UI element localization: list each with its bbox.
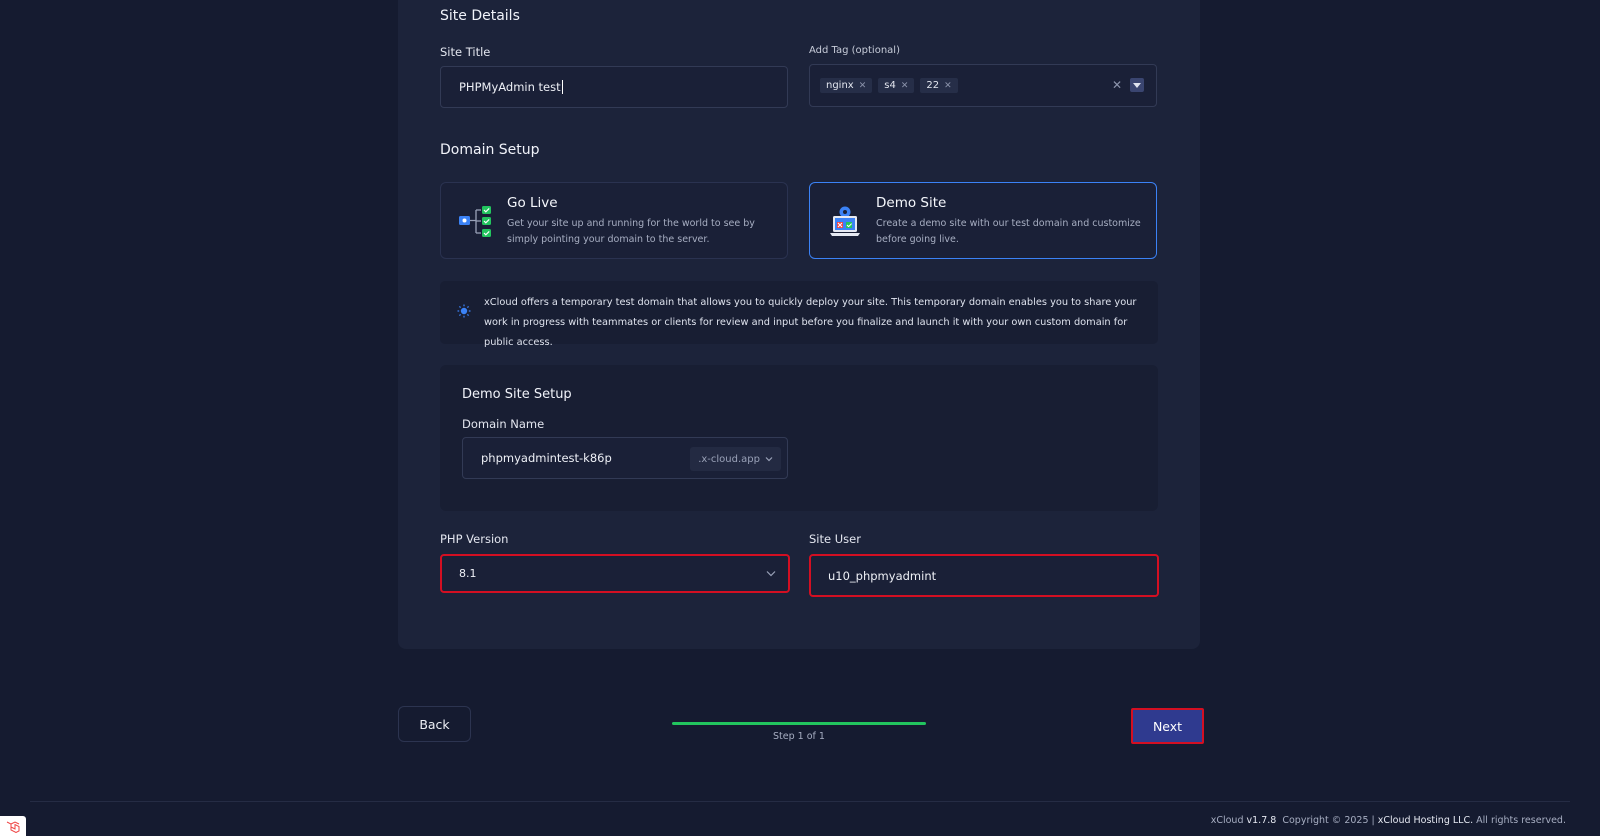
remove-tag-icon[interactable]: ✕ [944, 81, 952, 91]
site-title-label: Site Title [440, 45, 491, 59]
demo-site-setup-heading: Demo Site Setup [462, 387, 572, 402]
remove-tag-icon[interactable]: ✕ [859, 81, 867, 91]
domain-name-input[interactable]: phpmyadmintest-k86p .x-cloud.app [462, 437, 788, 479]
site-user-label: Site User [809, 532, 861, 546]
php-version-label: PHP Version [440, 532, 509, 546]
chevron-down-icon [766, 571, 776, 577]
site-user-value: u10_phpmyadmint [828, 568, 937, 583]
site-title-input[interactable]: PHPMyAdmin test [440, 66, 788, 108]
logo-mark-icon [6, 820, 20, 833]
footer-version: v1.7.8 [1246, 815, 1277, 826]
footer-rights: All rights reserved. [1476, 815, 1566, 826]
php-version-value: 8.1 [459, 567, 477, 580]
chevron-down-icon [765, 457, 773, 462]
remove-tag-icon[interactable]: ✕ [901, 81, 909, 91]
domain-name-label: Domain Name [462, 417, 545, 431]
chevron-down-icon[interactable] [1130, 78, 1144, 92]
tag-chip: s4 ✕ [878, 78, 915, 93]
go-live-title: Go Live [507, 195, 558, 211]
tag-chip-label: 22 [926, 80, 940, 91]
add-tag-label: Add Tag (optional) [809, 45, 900, 56]
site-title-value: PHPMyAdmin test [459, 80, 561, 94]
php-version-select[interactable]: 8.1 [440, 554, 790, 593]
demo-site-title: Demo Site [876, 195, 947, 211]
step-indicator: Step 1 of 1 [773, 731, 825, 742]
domain-name-value: phpmyadmintest-k86p [481, 451, 612, 465]
next-button[interactable]: Next [1131, 708, 1204, 744]
step-progress-bar [672, 722, 926, 725]
clear-tags-icon[interactable]: ✕ [1112, 78, 1122, 92]
footer-company: xCloud Hosting LLC. [1377, 815, 1474, 826]
footer-copyright: Copyright © 2025 | [1282, 815, 1375, 826]
domain-suffix-label: .x-cloud.app [698, 453, 760, 465]
demo-site-option[interactable]: Demo Site Create a demo site with our te… [809, 182, 1157, 259]
site-user-input[interactable]: u10_phpmyadmint [809, 554, 1159, 597]
info-text: xCloud offers a temporary test domain th… [484, 297, 1137, 348]
laravel-logo-icon[interactable] [0, 816, 26, 836]
laptop-gear-icon [830, 206, 860, 236]
go-live-description: Get your site up and running for the wor… [507, 218, 755, 245]
go-live-option[interactable]: Go Live Get your site up and running for… [440, 182, 788, 259]
footer-divider [30, 801, 1570, 802]
tag-chip-label: s4 [884, 80, 896, 91]
demo-site-description: Create a demo site with our test domain … [876, 218, 1141, 245]
lightbulb-icon [457, 304, 471, 318]
tag-input[interactable]: nginx ✕ s4 ✕ 22 ✕ ✕ [809, 64, 1157, 107]
domain-setup-heading: Domain Setup [440, 142, 540, 158]
info-banner: xCloud offers a temporary test domain th… [440, 281, 1158, 348]
footer-text: xCloud v1.7.8 Copyright © 2025 | xCloud … [1211, 815, 1566, 826]
footer-brand: xCloud [1210, 815, 1244, 826]
network-checklist-icon [459, 206, 491, 237]
back-button[interactable]: Back [398, 706, 471, 742]
text-caret [561, 80, 563, 94]
tag-chip: nginx ✕ [820, 78, 873, 93]
tag-chip: 22 ✕ [920, 78, 958, 93]
tag-chip-label: nginx [826, 80, 854, 91]
site-details-heading: Site Details [440, 8, 520, 24]
domain-suffix-select[interactable]: .x-cloud.app [690, 447, 781, 471]
